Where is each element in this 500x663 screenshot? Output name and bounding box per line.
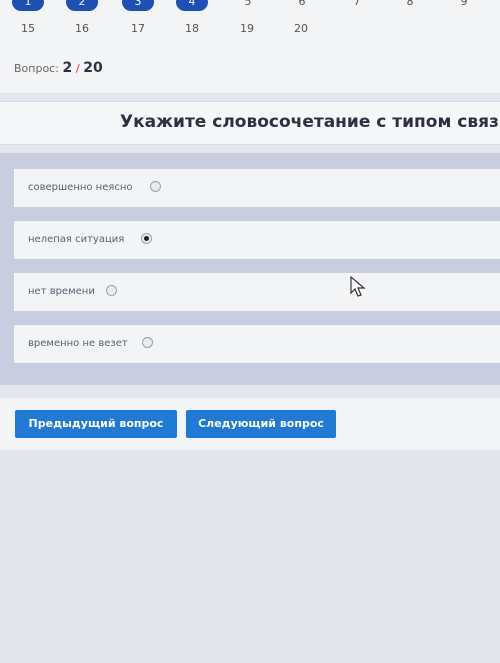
mouse-cursor-icon [350,276,366,297]
nav-question-19[interactable]: 19 [233,20,261,38]
answer-label: нет времени [28,286,95,297]
nav-question-3[interactable]: 3 [122,0,154,11]
answer-radio[interactable] [150,181,161,192]
nav-question-5[interactable]: 5 [234,0,262,11]
nav-question-8[interactable]: 8 [396,0,424,11]
question-navigator: 1 2 3 4 5 6 7 8 9 15 16 17 18 19 20 Вопр… [0,0,500,93]
counter-total: 20 [83,60,103,76]
nav-question-1[interactable]: 1 [12,0,44,11]
answer-option[interactable]: временно не везет [14,325,500,363]
nav-row-top: 1 2 3 4 5 6 7 8 9 [0,0,500,11]
answer-option[interactable]: нет времени [14,273,500,311]
answer-label: нелепая ситуация [28,234,125,245]
nav-question-7[interactable]: 7 [343,0,371,11]
answers-panel: совершенно неясно нелепая ситуация нет в… [0,153,500,385]
nav-question-17[interactable]: 17 [124,20,152,38]
counter-current: 2 [62,60,73,76]
nav-question-2[interactable]: 2 [66,0,98,11]
answer-radio[interactable] [106,285,117,296]
nav-question-18[interactable]: 18 [178,20,206,38]
answer-radio[interactable] [142,337,153,348]
nav-question-15[interactable]: 15 [14,20,42,38]
counter-prefix: Вопрос: [14,62,59,75]
nav-question-16[interactable]: 16 [68,20,96,38]
question-box: Укажите словосочетание с типом связ [0,101,500,145]
answer-label: совершенно неясно [28,182,133,193]
nav-question-20[interactable]: 20 [287,20,315,38]
answer-option[interactable]: нелепая ситуация [14,221,500,259]
answer-option[interactable]: совершенно неясно [14,169,500,207]
navigation-buttons: Предыдущий вопрос Следующий вопрос [0,398,500,450]
counter-separator: / [75,62,80,75]
answer-label: временно не везет [28,338,128,349]
nav-question-9[interactable]: 9 [450,0,478,11]
nav-row-bottom: 15 16 17 18 19 20 [0,20,500,35]
nav-question-6[interactable]: 6 [288,0,316,11]
previous-question-button[interactable]: Предыдущий вопрос [15,410,177,438]
question-counter: Вопрос: 2 / 20 [14,60,103,76]
next-question-button[interactable]: Следующий вопрос [186,410,336,438]
nav-question-4[interactable]: 4 [176,0,208,11]
question-text: Укажите словосочетание с типом связ [120,112,499,132]
answer-radio-selected[interactable] [141,233,152,244]
